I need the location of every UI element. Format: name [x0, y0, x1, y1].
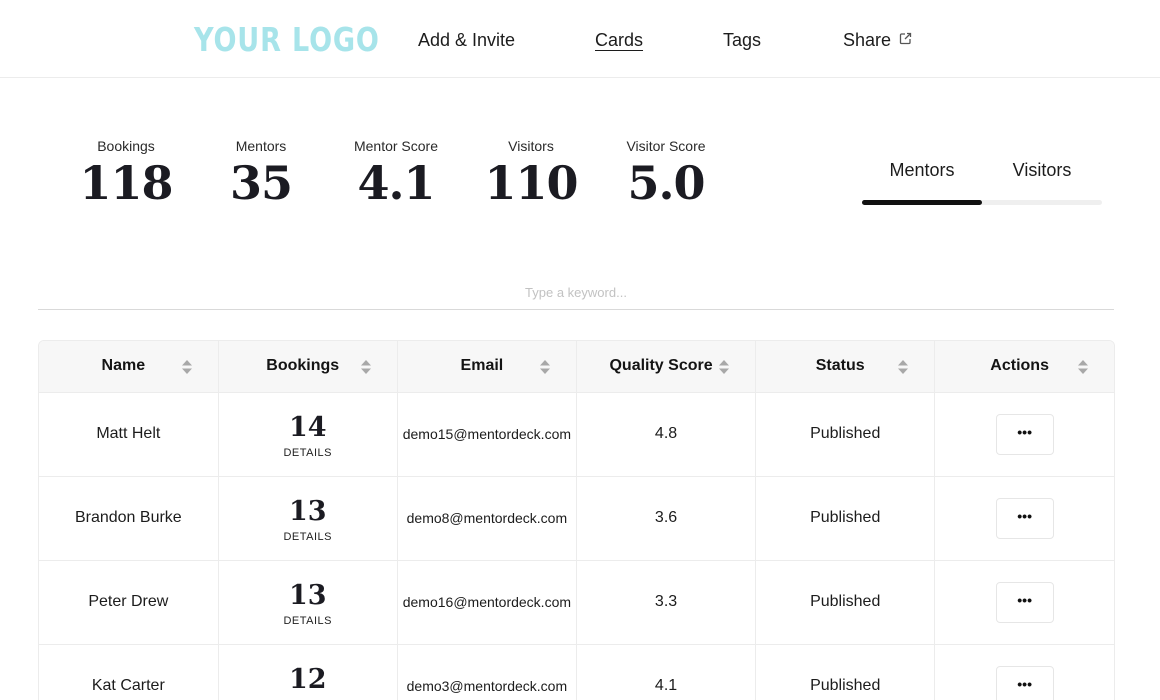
stat-label: Visitors — [508, 138, 554, 154]
details-link[interactable]: DETAILS — [219, 615, 397, 627]
table-row: Kat Carter 12DETAILS demo3@mentordeck.co… — [39, 644, 1114, 700]
nav-tags[interactable]: Tags — [723, 30, 761, 51]
details-link[interactable]: DETAILS — [219, 531, 397, 543]
stat-value: 110 — [484, 156, 578, 210]
sort-icon[interactable] — [181, 360, 192, 379]
column-label: Bookings — [266, 357, 340, 375]
details-link[interactable]: DETAILS — [219, 447, 397, 459]
logo[interactable]: YOUR LOGO — [194, 20, 380, 59]
cell-bookings: 13 DETAILS — [218, 476, 398, 561]
search-input[interactable] — [38, 276, 1114, 310]
column-header-status[interactable]: Status — [755, 341, 936, 393]
cell-status: Published — [755, 560, 936, 645]
cell-name: Matt Helt — [39, 392, 219, 477]
tab-visitors[interactable]: Visitors — [982, 160, 1102, 181]
nav-add-invite[interactable]: Add & Invite — [418, 30, 515, 51]
sort-icon[interactable] — [539, 360, 550, 379]
stat-label: Mentor Score — [353, 138, 439, 154]
view-toggle-tabs: Mentors Visitors — [862, 160, 1102, 206]
cell-name: Peter Drew — [39, 560, 219, 645]
stat-mentor-score: Mentor Score 4.1 — [326, 138, 466, 206]
bookings-count: 14 — [288, 411, 327, 443]
top-header: YOUR LOGO Add & Invite Cards Tags Share — [0, 0, 1160, 78]
column-header-bookings[interactable]: Bookings — [218, 341, 398, 393]
nav-share[interactable]: Share — [843, 30, 912, 51]
stat-bookings: Bookings 118 — [56, 138, 196, 206]
column-header-email[interactable]: Email — [397, 341, 577, 393]
column-label: Email — [460, 357, 504, 375]
more-actions-button[interactable]: ••• — [995, 665, 1054, 700]
stat-label: Bookings — [97, 138, 155, 154]
column-header-actions[interactable]: Actions — [934, 341, 1114, 393]
table-row: Peter Drew 13 DETAILS demo16@mentordeck.c… — [39, 560, 1114, 645]
bookings-count: 13 — [288, 579, 327, 611]
table-header-row: Name Bookings Email Quality Score Status… — [39, 341, 1114, 393]
column-header-quality-score[interactable]: Quality Score — [576, 341, 757, 393]
cell-quality-score: 4.8 — [576, 392, 757, 477]
external-link-icon — [899, 29, 912, 50]
stat-value: 4.1 — [357, 156, 435, 210]
more-actions-button[interactable]: ••• — [995, 581, 1054, 623]
sort-icon[interactable] — [898, 360, 909, 379]
cell-quality-score: 3.3 — [576, 560, 757, 645]
nav-cards[interactable]: Cards — [595, 30, 643, 51]
stat-value: 35 — [229, 156, 293, 210]
cell-status: Published — [755, 392, 936, 477]
sort-icon[interactable] — [1078, 360, 1088, 379]
cell-name: Brandon Burke — [39, 476, 219, 561]
nav-share-label: Share — [843, 30, 892, 50]
cell-status: Published — [755, 644, 936, 700]
cell-bookings: 14 DETAILS — [218, 392, 398, 477]
stat-label: Mentors — [235, 138, 287, 154]
cell-actions: ••• — [934, 392, 1114, 477]
stat-value: 118 — [79, 156, 173, 210]
tab-mentors[interactable]: Mentors — [862, 160, 982, 181]
bookings-count: 13 — [288, 495, 327, 527]
cell-quality-score: 3.6 — [576, 476, 757, 561]
cell-email: demo3@mentordeck.com — [397, 644, 577, 700]
column-header-name[interactable]: Name — [39, 341, 219, 393]
stat-visitor-score: Visitor Score 5.0 — [596, 138, 736, 206]
table-row: Matt Helt 14 DETAILS demo15@mentordeck.co… — [39, 392, 1114, 477]
column-label: Status — [815, 357, 865, 375]
cell-email: demo8@mentordeck.com — [397, 476, 577, 561]
cell-status: Published — [755, 476, 936, 561]
column-label: Quality Score — [609, 357, 713, 375]
more-actions-button[interactable]: ••• — [995, 413, 1054, 455]
cell-bookings: 12DETAILS — [218, 644, 398, 700]
stat-value: 5.0 — [627, 156, 705, 210]
stat-mentors: Mentors 35 — [191, 138, 331, 206]
stat-visitors: Visitors 110 — [461, 138, 601, 206]
cell-bookings: 13 DETAILS — [218, 560, 398, 645]
cell-actions: ••• — [934, 476, 1114, 561]
bookings-count: 12 — [288, 663, 327, 695]
cell-actions: ••• — [934, 644, 1114, 700]
mentors-table: Name Bookings Email Quality Score Status… — [38, 340, 1115, 700]
cell-quality-score: 4.1 — [576, 644, 757, 700]
column-label: Name — [101, 357, 146, 375]
cell-email: demo16@mentordeck.com — [397, 560, 577, 645]
more-actions-button[interactable]: ••• — [995, 497, 1054, 539]
table-row: Brandon Burke 13 DETAILS demo8@mentordeck… — [39, 476, 1114, 561]
cell-name: Kat Carter — [39, 644, 219, 700]
tab-active-indicator — [862, 200, 982, 205]
sort-icon[interactable] — [719, 360, 730, 379]
cell-actions: ••• — [934, 560, 1114, 645]
sort-icon[interactable] — [360, 360, 371, 379]
stat-label: Visitor Score — [626, 138, 706, 154]
column-label: Actions — [990, 357, 1049, 375]
cell-email: demo15@mentordeck.com — [397, 392, 577, 477]
